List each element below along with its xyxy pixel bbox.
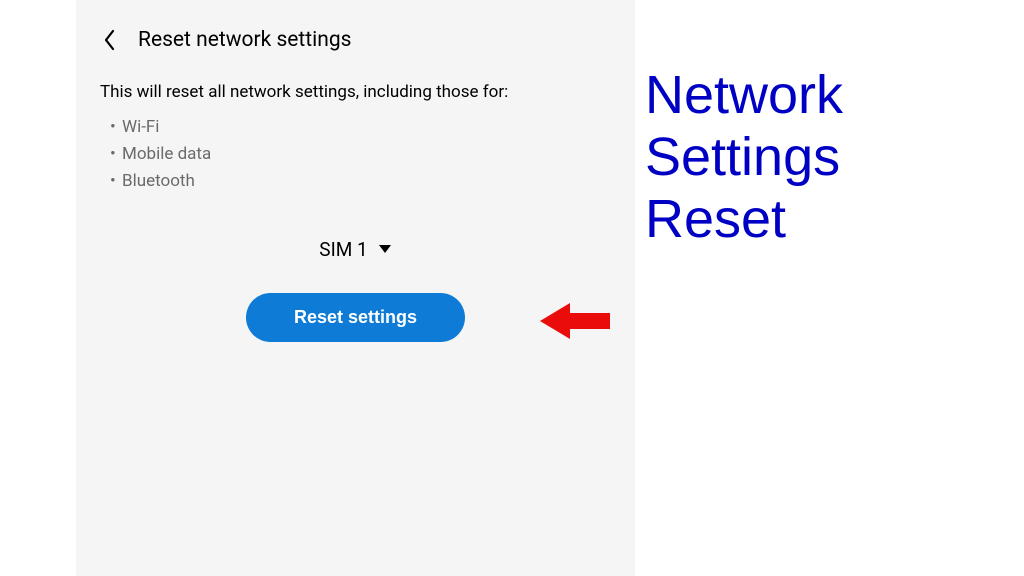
reset-items-list: Wi-Fi Mobile data Bluetooth xyxy=(100,114,611,196)
header-bar: Reset network settings xyxy=(100,20,611,52)
back-icon[interactable] xyxy=(100,30,120,50)
list-item: Bluetooth xyxy=(122,168,611,195)
page-title: Reset network settings xyxy=(138,28,352,52)
sim-selector[interactable]: SIM 1 xyxy=(100,238,611,261)
list-item: Wi-Fi xyxy=(122,114,611,141)
annotation-line2: Reset xyxy=(645,189,786,249)
annotation-line1: Network Settings xyxy=(645,65,843,187)
annotation-panel: Network Settings Reset xyxy=(635,0,1024,576)
sim-label: SIM 1 xyxy=(319,238,367,261)
chevron-down-icon xyxy=(378,242,392,256)
reset-settings-button[interactable]: Reset settings xyxy=(246,293,465,342)
list-item: Mobile data xyxy=(122,141,611,168)
reset-description: This will reset all network settings, in… xyxy=(100,82,611,102)
button-row: Reset settings xyxy=(100,293,611,342)
settings-screen: Reset network settings This will reset a… xyxy=(76,0,635,576)
phone-settings-panel: Reset network settings This will reset a… xyxy=(0,0,635,576)
annotation-title: Network Settings Reset xyxy=(645,64,1024,250)
arrow-left-icon xyxy=(540,299,610,347)
